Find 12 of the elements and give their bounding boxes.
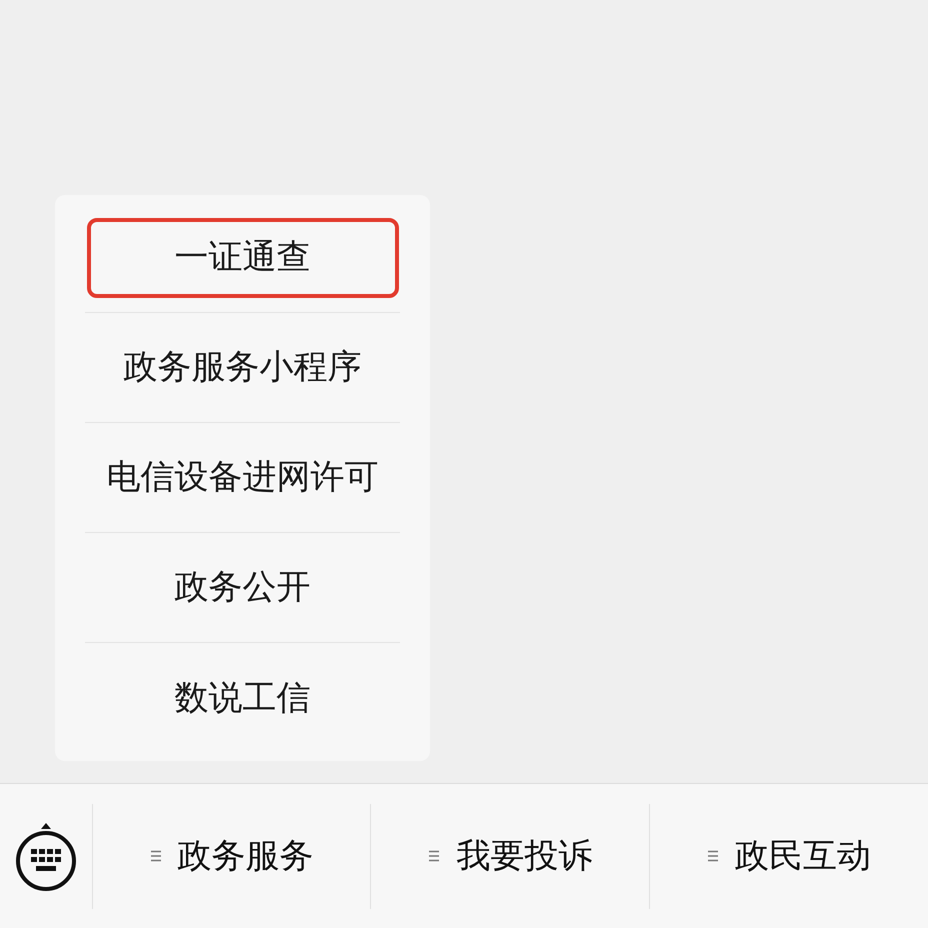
menu-tab[interactable]: 政民互动 [707,830,872,882]
menu-item[interactable]: 电信设备进网许可 [86,438,398,518]
menu-tab[interactable]: 政务服务 [150,830,314,882]
menu-tab[interactable]: 我要投诉 [428,830,592,882]
menu-item[interactable]: 政务公开 [86,548,398,628]
menu-item[interactable]: 政务服务小程序 [86,328,398,408]
menu-icon [428,850,440,862]
menu-item[interactable]: 一证通查 [86,218,398,298]
menu-item[interactable]: 数说工信 [86,658,398,738]
menu-icon [150,850,162,862]
menu-icon [707,850,720,862]
keyboard-icon[interactable] [14,821,78,891]
